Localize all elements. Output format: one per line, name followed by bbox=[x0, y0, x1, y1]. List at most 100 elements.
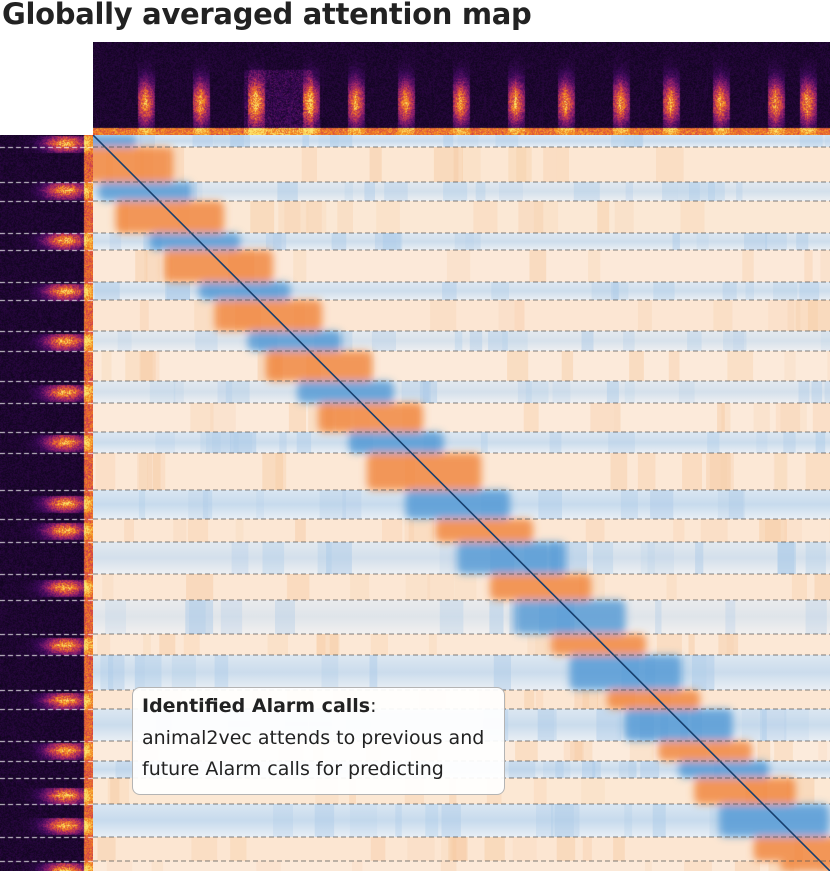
diagonal-attention-blob bbox=[266, 351, 372, 381]
attention-texture bbox=[229, 135, 250, 147]
attention-texture bbox=[480, 432, 488, 453]
attention-texture bbox=[502, 331, 528, 351]
attention-texture bbox=[606, 381, 619, 403]
attention-texture bbox=[516, 147, 527, 182]
attention-texture bbox=[695, 542, 704, 574]
attention-texture bbox=[696, 233, 709, 250]
attention-texture bbox=[757, 741, 771, 761]
attention-texture bbox=[780, 403, 807, 432]
diagonal-attention-blob bbox=[149, 233, 241, 250]
attention-texture bbox=[680, 201, 705, 233]
attention-texture bbox=[524, 690, 535, 709]
attention-texture bbox=[376, 201, 400, 233]
attention-texture bbox=[555, 761, 564, 778]
attention-texture bbox=[812, 403, 830, 432]
attention-texture bbox=[314, 804, 335, 837]
attention-texture bbox=[337, 201, 353, 233]
attention-texture bbox=[448, 837, 457, 861]
attention-texture bbox=[563, 741, 584, 761]
attention-texture bbox=[650, 490, 674, 519]
attention-texture bbox=[717, 403, 725, 432]
attention-texture bbox=[317, 542, 332, 574]
diagonal-attention-blob bbox=[164, 250, 273, 282]
attention-texture bbox=[350, 574, 370, 600]
attention-texture bbox=[581, 778, 605, 804]
attention-texture bbox=[384, 182, 408, 201]
attention-texture bbox=[139, 135, 155, 147]
attention-texture bbox=[533, 778, 547, 804]
attention-texture bbox=[137, 453, 152, 490]
attention-texture bbox=[574, 690, 590, 709]
diagonal-attention-blob bbox=[98, 182, 192, 201]
attention-texture bbox=[442, 282, 457, 300]
attention-texture bbox=[425, 804, 439, 837]
attention-texture bbox=[210, 403, 236, 432]
attention-texture bbox=[623, 331, 635, 351]
attention-texture bbox=[428, 634, 437, 655]
attention-texture bbox=[288, 403, 306, 432]
attention-texture bbox=[316, 634, 326, 655]
attention-texture bbox=[765, 233, 787, 250]
top-spectrogram bbox=[93, 42, 830, 135]
attention-texture bbox=[318, 135, 339, 147]
attention-texture bbox=[446, 250, 471, 282]
diagonal-attention-blob bbox=[678, 761, 769, 778]
attention-texture bbox=[138, 490, 146, 519]
attention-texture bbox=[135, 250, 148, 282]
attention-texture bbox=[825, 135, 830, 147]
diagonal-attention-blob bbox=[348, 432, 444, 453]
attention-texture bbox=[535, 634, 549, 655]
attention-texture bbox=[552, 381, 571, 403]
attention-texture bbox=[443, 135, 454, 147]
attention-texture bbox=[457, 135, 479, 147]
attention-texture bbox=[155, 432, 175, 453]
attention-texture bbox=[214, 655, 229, 690]
attention-texture bbox=[608, 432, 635, 453]
attention-texture bbox=[202, 490, 213, 519]
attention-texture bbox=[433, 147, 459, 182]
attention-texture bbox=[171, 655, 196, 690]
attention-texture bbox=[784, 519, 802, 542]
attention-texture bbox=[666, 574, 677, 600]
attention-texture bbox=[678, 381, 695, 403]
diagonal-attention-blob bbox=[297, 381, 394, 403]
attention-texture bbox=[784, 709, 809, 741]
attention-texture bbox=[499, 182, 523, 201]
attention-texture bbox=[143, 634, 151, 655]
attention-texture bbox=[777, 542, 796, 574]
attention-texture bbox=[108, 655, 125, 690]
attention-texture bbox=[439, 542, 457, 574]
attention-texture bbox=[173, 519, 187, 542]
attention-texture bbox=[538, 490, 562, 519]
attention-texture bbox=[165, 282, 190, 300]
attention-texture bbox=[537, 709, 557, 741]
attention-texture bbox=[124, 519, 134, 542]
attention-texture bbox=[590, 403, 615, 432]
attention-texture bbox=[220, 600, 243, 634]
diagonal-attention-blob bbox=[514, 600, 626, 634]
diagonal-attention-blob bbox=[719, 804, 829, 837]
attention-texture bbox=[629, 351, 644, 381]
attention-texture bbox=[295, 519, 306, 542]
attention-texture bbox=[742, 250, 754, 282]
attention-texture bbox=[784, 351, 796, 381]
annotation-line-2: future Alarm calls for predicting bbox=[142, 758, 444, 780]
attention-texture bbox=[382, 519, 403, 542]
attention-texture bbox=[495, 135, 519, 147]
attention-texture bbox=[331, 233, 347, 250]
attention-texture bbox=[370, 634, 388, 655]
attention-texture bbox=[484, 837, 505, 861]
attention-texture bbox=[614, 201, 634, 233]
attention-texture bbox=[798, 381, 810, 403]
attention-texture bbox=[405, 574, 431, 600]
attention-texture bbox=[687, 331, 702, 351]
diagonal-attention-blob bbox=[569, 655, 682, 690]
attention-texture bbox=[461, 147, 481, 182]
attention-texture bbox=[707, 432, 720, 453]
diagonal-attention-blob bbox=[367, 453, 482, 490]
attention-texture bbox=[613, 837, 625, 861]
attention-texture bbox=[582, 837, 592, 861]
attention-texture bbox=[637, 453, 656, 490]
attention-texture bbox=[191, 837, 218, 861]
attention-texture bbox=[733, 331, 744, 351]
